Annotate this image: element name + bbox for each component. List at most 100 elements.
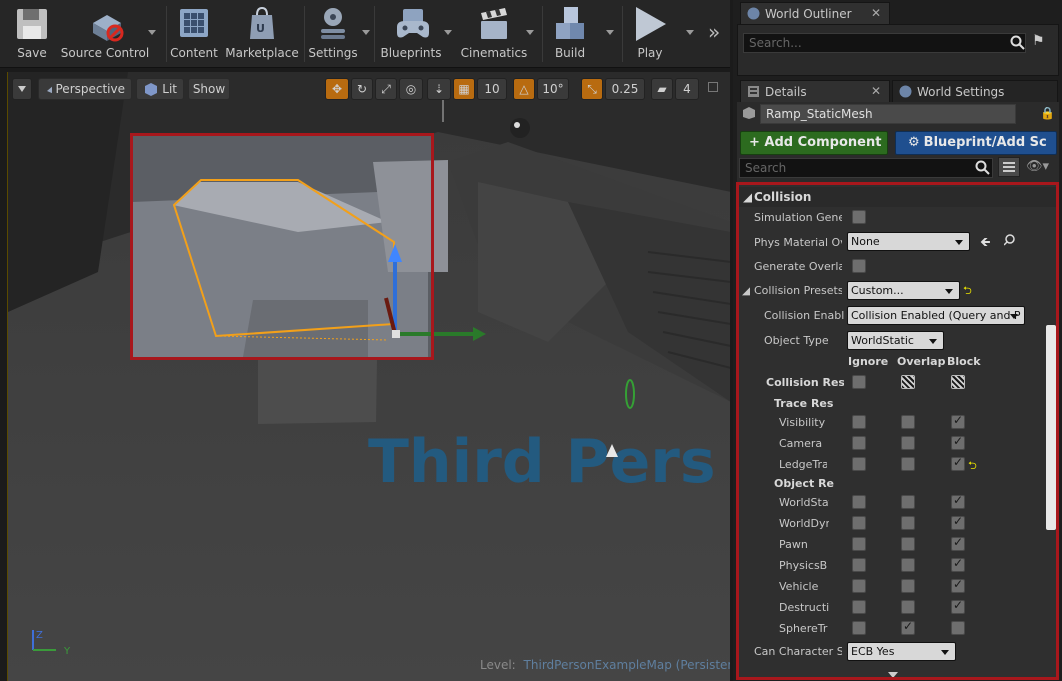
collision-responses-block-checkbox[interactable] xyxy=(951,375,965,389)
world-local-icon[interactable]: ◎ xyxy=(399,78,423,100)
details-scrollbar[interactable] xyxy=(1046,325,1056,530)
trace-overlap-checkbox[interactable] xyxy=(901,436,915,450)
object-block-checkbox[interactable] xyxy=(951,556,965,572)
object-overlap-checkbox[interactable] xyxy=(901,537,915,551)
collision-responses-overlap-checkbox[interactable] xyxy=(901,375,915,389)
object-name-field[interactable]: Ramp_StaticMesh xyxy=(760,104,1016,124)
perspective-button[interactable]: Perspective xyxy=(38,78,132,100)
rotate-mode-icon[interactable]: ↻ xyxy=(351,78,373,100)
build-dropdown-icon[interactable] xyxy=(606,30,614,35)
trace-overlap-checkbox[interactable] xyxy=(901,415,915,429)
trace-ignore-checkbox[interactable] xyxy=(852,457,866,471)
can-character-step-dropdown[interactable]: ECB Yes xyxy=(847,642,956,661)
camera-speed-icon[interactable]: ▰ xyxy=(651,78,673,100)
scale-mode-icon[interactable]: ⤢ xyxy=(375,78,397,100)
build-button[interactable]: Build xyxy=(546,2,594,66)
object-block-checkbox[interactable] xyxy=(951,598,965,614)
object-ignore-checkbox[interactable] xyxy=(852,600,866,614)
object-overlap-checkbox[interactable] xyxy=(901,619,915,635)
phys-material-dropdown[interactable]: None xyxy=(847,232,970,251)
collision-enabled-label: Collision Enable xyxy=(764,309,844,322)
rotation-snap-icon[interactable]: △ xyxy=(513,78,535,100)
object-block-checkbox[interactable] xyxy=(951,577,965,593)
collision-header[interactable]: ◢ Collision xyxy=(739,187,1056,207)
collision-enabled-dropdown[interactable]: Collision Enabled (Query and P xyxy=(847,306,1025,325)
outliner-search-input[interactable]: Search... xyxy=(743,33,1026,53)
object-ignore-checkbox[interactable] xyxy=(852,495,866,509)
collision-responses-ignore-checkbox[interactable] xyxy=(852,375,866,389)
cinematics-button[interactable]: Cinematics xyxy=(458,2,530,66)
object-overlap-checkbox[interactable] xyxy=(901,495,915,509)
collision-presets-dropdown[interactable]: Custom... xyxy=(847,281,960,300)
settings-button[interactable]: Settings xyxy=(306,2,360,66)
reset-to-default-icon[interactable]: ⮌ xyxy=(963,282,972,301)
trace-ignore-checkbox[interactable] xyxy=(852,436,866,450)
close-icon[interactable]: ✕ xyxy=(871,6,881,20)
tab-details[interactable]: Details ✕ xyxy=(740,80,890,102)
object-block-checkbox[interactable] xyxy=(951,621,965,635)
object-ignore-checkbox[interactable] xyxy=(852,516,866,530)
object-type-dropdown[interactable]: WorldStatic xyxy=(847,331,944,350)
rotation-snap-value[interactable]: 10° xyxy=(537,78,569,100)
object-overlap-checkbox[interactable] xyxy=(901,579,915,593)
scale-snap-value[interactable]: 0.25 xyxy=(605,78,645,100)
tab-world-outliner[interactable]: World Outliner ✕ xyxy=(740,2,890,24)
object-overlap-checkbox[interactable] xyxy=(901,600,915,614)
blueprints-dropdown-icon[interactable] xyxy=(444,30,452,35)
play-dropdown-icon[interactable] xyxy=(686,30,694,35)
object-overlap-checkbox[interactable] xyxy=(901,558,915,572)
cinematics-label: Cinematics xyxy=(460,46,528,60)
eye-visibility-icon[interactable]: 👁▾ xyxy=(1026,159,1056,175)
surface-snap-icon[interactable]: ⇣ xyxy=(427,78,451,100)
generate-overlap-checkbox[interactable] xyxy=(852,259,866,273)
viewport-options-button[interactable] xyxy=(12,78,32,100)
blueprints-button[interactable]: Blueprints xyxy=(378,2,444,66)
lit-button[interactable]: Lit xyxy=(136,78,184,100)
grid-snap-icon[interactable]: ▦ xyxy=(453,78,475,100)
tab-world-settings[interactable]: World Settings xyxy=(892,80,1058,102)
object-ignore-checkbox[interactable] xyxy=(852,537,866,551)
source-control-button[interactable]: Source Control xyxy=(60,2,150,66)
show-button[interactable]: Show xyxy=(188,78,230,100)
trace-ignore-checkbox[interactable] xyxy=(852,415,866,429)
scale-snap-icon[interactable]: ⤡ xyxy=(581,78,603,100)
content-button[interactable]: Content xyxy=(170,2,218,66)
object-ignore-checkbox[interactable] xyxy=(852,558,866,572)
object-block-checkbox[interactable] xyxy=(951,535,965,551)
grid-snap-value[interactable]: 10 xyxy=(477,78,507,100)
use-selected-arrow-icon[interactable]: 🡸 xyxy=(980,233,991,255)
object-block-checkbox[interactable] xyxy=(951,493,965,509)
outliner-view-options-icon[interactable]: ⚑ xyxy=(1032,33,1050,51)
settings-dropdown-icon[interactable] xyxy=(362,30,370,35)
cinematics-dropdown-icon[interactable] xyxy=(526,30,534,35)
level-viewport[interactable]: Third Pers Z Y Level: ThirdPersonExample… xyxy=(7,72,730,681)
source-control-dropdown-icon[interactable] xyxy=(148,30,156,35)
play-button[interactable]: Play xyxy=(626,2,674,66)
object-overlap-checkbox[interactable] xyxy=(901,516,915,530)
browse-search-icon[interactable] xyxy=(1003,233,1018,250)
trace-block-checkbox[interactable] xyxy=(951,455,965,471)
lock-icon[interactable]: 🔒 xyxy=(1040,106,1055,120)
close-icon[interactable]: ✕ xyxy=(871,84,881,98)
translate-mode-icon[interactable]: ✥ xyxy=(325,78,349,100)
object-ignore-checkbox[interactable] xyxy=(852,579,866,593)
add-component-button[interactable]: + Add Component xyxy=(740,131,888,155)
camera-speed-value[interactable]: 4 xyxy=(675,78,699,100)
object-block-checkbox[interactable] xyxy=(951,514,965,530)
expand-arrow-icon[interactable]: ◢ xyxy=(742,284,750,297)
simulation-generates-checkbox[interactable] xyxy=(852,210,866,224)
maximize-viewport-icon[interactable] xyxy=(708,82,718,92)
toolbar-overflow-icon[interactable]: » xyxy=(708,20,720,44)
property-matrix-icon[interactable] xyxy=(998,157,1020,177)
marketplace-button[interactable]: U Marketplace xyxy=(225,2,299,66)
trace-block-checkbox[interactable] xyxy=(951,434,965,450)
trace-block-checkbox[interactable] xyxy=(951,413,965,429)
details-search-input[interactable]: Search xyxy=(739,158,993,178)
object-ignore-checkbox[interactable] xyxy=(852,621,866,635)
save-label: Save xyxy=(17,46,47,60)
advanced-expand-icon[interactable] xyxy=(887,669,899,677)
blueprint-add-script-button[interactable]: ⚙ Blueprint/Add Sc xyxy=(895,131,1057,155)
save-button[interactable]: Save xyxy=(8,2,56,66)
reset-to-default-icon[interactable]: ⮌ xyxy=(968,457,977,476)
trace-overlap-checkbox[interactable] xyxy=(901,457,915,471)
